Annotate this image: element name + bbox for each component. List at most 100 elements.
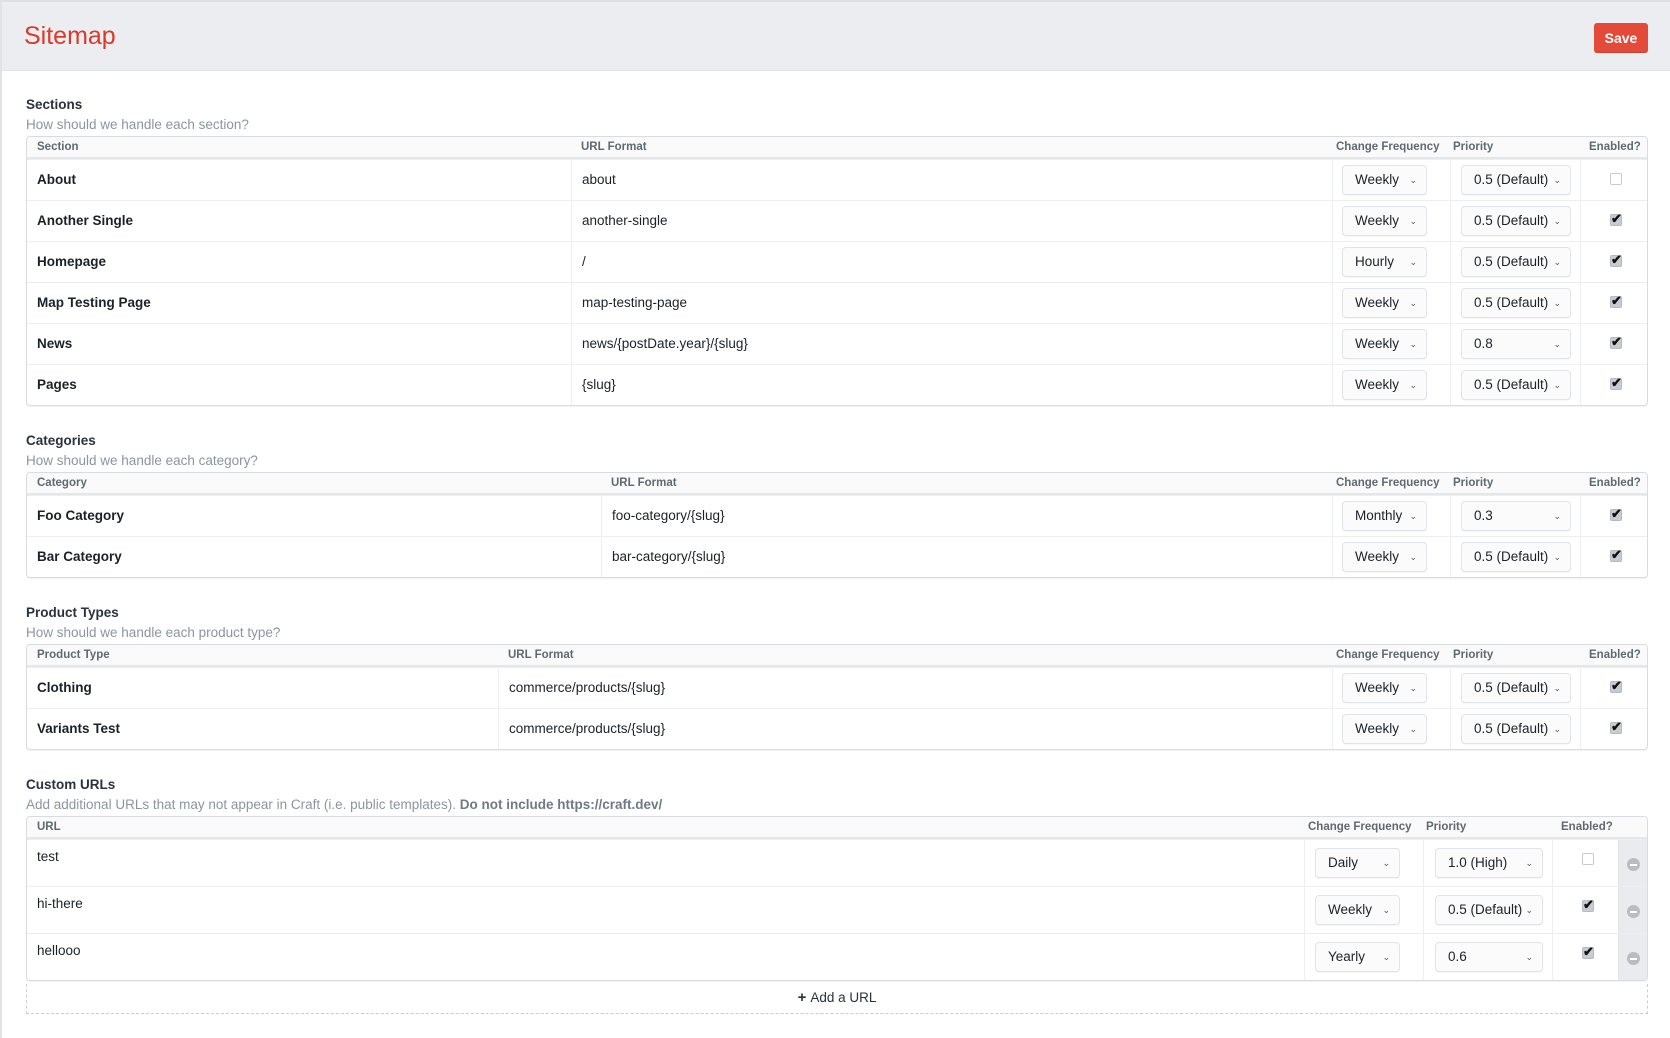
change-frequency-select[interactable]: Weekly ⌄	[1315, 895, 1400, 925]
change-frequency-select[interactable]: Weekly ⌄	[1342, 206, 1427, 236]
priority-select[interactable]: 0.3 ⌄	[1461, 501, 1571, 531]
row-name: Another Single	[37, 213, 134, 228]
enabled-checkbox[interactable]: ✔	[1610, 506, 1622, 521]
priority-select[interactable]: 0.5 (Default) ⌄	[1461, 165, 1571, 195]
enabled-checkbox[interactable]: ✔	[1610, 334, 1622, 349]
save-button[interactable]: Save	[1594, 23, 1648, 53]
column-header-url: URL Format	[611, 477, 677, 489]
enabled-checkbox[interactable]: ✔	[1610, 678, 1622, 693]
enabled-checkbox[interactable]: ✔	[1610, 719, 1622, 734]
url-format-value[interactable]: bar-category/{slug}	[612, 549, 725, 564]
priority-select[interactable]: 0.5 (Default) ⌄	[1461, 288, 1571, 318]
enabled-checkbox[interactable]: ✔	[1582, 897, 1594, 912]
chevron-down-icon: ⌄	[1553, 216, 1561, 226]
add-url-button[interactable]: + Add a URL	[26, 984, 1648, 1014]
priority-select-value: 0.5 (Default)	[1474, 254, 1549, 269]
url-format-value[interactable]: commerce/products/{slug}	[509, 721, 665, 736]
priority-cell: 0.5 (Default) ⌄	[1450, 160, 1580, 200]
url-format-value[interactable]: another-single	[582, 213, 668, 228]
chevron-down-icon: ⌄	[1525, 858, 1533, 868]
priority-select[interactable]: 0.5 (Default) ⌄	[1461, 370, 1571, 400]
enabled-checkbox[interactable]: ✔	[1610, 375, 1622, 390]
enabled-checkbox[interactable]: ✔	[1610, 547, 1622, 562]
priority-select-value: 0.5 (Default)	[1474, 213, 1549, 228]
priority-select[interactable]: 0.6 ⌄	[1435, 942, 1543, 972]
chevron-down-icon: ⌄	[1382, 905, 1390, 915]
add-url-label: Add a URL	[810, 990, 877, 1005]
url-format-value[interactable]: {slug}	[582, 377, 616, 392]
column-header-priority: Priority	[1453, 649, 1494, 661]
priority-select[interactable]: 0.5 (Default) ⌄	[1461, 673, 1571, 703]
change-frequency-select[interactable]: Weekly ⌄	[1342, 673, 1427, 703]
priority-select[interactable]: 0.5 (Default) ⌄	[1461, 714, 1571, 744]
enabled-checkbox[interactable]	[1582, 853, 1594, 865]
custom-url-input[interactable]: hellooo	[37, 943, 81, 958]
categories-group: Categories How should we handle each cat…	[26, 431, 1648, 578]
minus-circle-icon[interactable]	[1627, 858, 1640, 871]
url-format-value[interactable]: /	[582, 254, 586, 269]
chevron-down-icon: ⌄	[1553, 683, 1561, 693]
priority-select[interactable]: 1.0 (High) ⌄	[1435, 848, 1543, 878]
table-row: Variants Test commerce/products/{slug} Wee…	[27, 708, 1647, 749]
url-format-value[interactable]: foo-category/{slug}	[612, 508, 725, 523]
enabled-checkbox[interactable]	[1610, 173, 1622, 185]
row-name: Pages	[37, 377, 77, 392]
priority-cell: 0.5 (Default) ⌄	[1450, 668, 1580, 708]
change-frequency-select[interactable]: Hourly ⌄	[1342, 247, 1427, 277]
priority-select[interactable]: 0.5 (Default) ⌄	[1461, 542, 1571, 572]
row-name: Map Testing Page	[37, 295, 151, 310]
column-header-enabled: Enabled?	[1589, 649, 1641, 661]
url-format-value[interactable]: news/{postDate.year}/{slug}	[582, 336, 748, 351]
priority-select-value: 1.0 (High)	[1448, 855, 1508, 870]
url-format-value[interactable]: about	[582, 172, 616, 187]
row-name: News	[37, 336, 73, 351]
enabled-checkbox[interactable]: ✔	[1610, 211, 1622, 226]
change-frequency-select[interactable]: Weekly ⌄	[1342, 329, 1427, 359]
column-header-url: URL Format	[508, 649, 574, 661]
table-row: Another Single another-single Weekly ⌄ 0.5 (…	[27, 200, 1647, 241]
url-format-value[interactable]: commerce/products/{slug}	[509, 680, 665, 695]
custom-url-input[interactable]: hi-there	[37, 896, 83, 911]
freq-cell: Daily ⌄	[1304, 840, 1423, 886]
change-frequency-select-value: Yearly	[1328, 949, 1366, 964]
priority-select-value: 0.5 (Default)	[1474, 377, 1549, 392]
change-frequency-select[interactable]: Daily ⌄	[1315, 848, 1400, 878]
priority-select[interactable]: 0.5 (Default) ⌄	[1435, 895, 1543, 925]
table-header: Category URL Format Change Frequency Priori…	[27, 473, 1647, 495]
url-cell: another-single	[571, 201, 1332, 241]
priority-select[interactable]: 0.5 (Default) ⌄	[1461, 247, 1571, 277]
custom-url-input[interactable]: test	[37, 849, 59, 864]
column-header-freq: Change Frequency	[1336, 141, 1440, 153]
url-format-value[interactable]: map-testing-page	[582, 295, 687, 310]
change-frequency-select-value: Hourly	[1355, 254, 1395, 269]
chevron-down-icon: ⌄	[1409, 683, 1417, 693]
change-frequency-select-value: Weekly	[1355, 680, 1400, 695]
change-frequency-select[interactable]: Weekly ⌄	[1342, 542, 1427, 572]
change-frequency-select[interactable]: Monthly ⌄	[1342, 501, 1427, 531]
priority-select[interactable]: 0.5 (Default) ⌄	[1461, 206, 1571, 236]
minus-circle-icon[interactable]	[1627, 952, 1640, 965]
enabled-checkbox[interactable]: ✔	[1582, 944, 1594, 959]
change-frequency-select[interactable]: Yearly ⌄	[1315, 942, 1400, 972]
enabled-cell: ✔	[1580, 709, 1647, 749]
priority-select[interactable]: 0.8 ⌄	[1461, 329, 1571, 359]
row-name: About	[37, 172, 76, 187]
minus-circle-icon[interactable]	[1627, 905, 1640, 918]
chevron-down-icon: ⌄	[1409, 724, 1417, 734]
custom-url-row: hi-there Weekly ⌄ 0.5 (Default) ⌄ ✔	[27, 886, 1647, 933]
column-header-freq: Change Frequency	[1336, 477, 1440, 489]
priority-cell: 0.8 ⌄	[1450, 324, 1580, 364]
change-frequency-select[interactable]: Weekly ⌄	[1342, 714, 1427, 744]
change-frequency-select[interactable]: Weekly ⌄	[1342, 370, 1427, 400]
change-frequency-select-value: Monthly	[1355, 508, 1403, 523]
sections-title: Sections	[26, 97, 83, 112]
table-header: Section URL Format Change Frequency Priorit…	[27, 137, 1647, 159]
change-frequency-select[interactable]: Weekly ⌄	[1342, 165, 1427, 195]
enabled-checkbox[interactable]: ✔	[1610, 252, 1622, 267]
change-frequency-select[interactable]: Weekly ⌄	[1342, 288, 1427, 318]
table-row: Homepage / Hourly ⌄ 0.5 (Default) ⌄ ✔	[27, 241, 1647, 282]
table-header: Product Type URL Format Change Frequency Pr…	[27, 645, 1647, 667]
column-header-name: Product Type	[37, 649, 110, 661]
custom-urls-group: Custom URLs Add additional URLs that may…	[26, 775, 1648, 981]
enabled-checkbox[interactable]: ✔	[1610, 293, 1622, 308]
